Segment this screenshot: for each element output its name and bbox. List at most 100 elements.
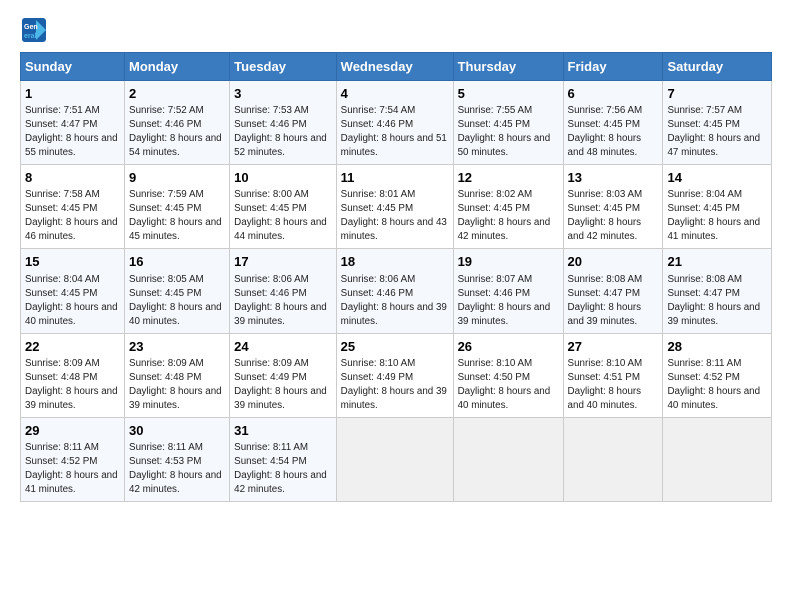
daylight: Daylight: 8 hours and 39 minutes.	[341, 386, 447, 411]
day-number: 21	[667, 253, 767, 271]
week-row-3: 15Sunrise: 8:04 AMSunset: 4:45 PMDayligh…	[21, 249, 772, 333]
daylight: Daylight: 8 hours and 48 minutes.	[568, 133, 642, 158]
sunrise: Sunrise: 8:09 AM	[129, 358, 204, 369]
sunrise: Sunrise: 8:06 AM	[341, 274, 416, 285]
daylight: Daylight: 8 hours and 40 minutes.	[129, 302, 222, 327]
day-cell	[453, 417, 563, 501]
sunrise: Sunrise: 7:52 AM	[129, 105, 204, 116]
daylight: Daylight: 8 hours and 40 minutes.	[25, 302, 118, 327]
sunrise: Sunrise: 8:08 AM	[568, 274, 643, 285]
week-row-2: 8Sunrise: 7:58 AMSunset: 4:45 PMDaylight…	[21, 165, 772, 249]
day-number: 9	[129, 169, 225, 187]
day-number: 29	[25, 422, 120, 440]
sunset: Sunset: 4:45 PM	[234, 203, 306, 214]
sunset: Sunset: 4:51 PM	[568, 372, 640, 383]
day-number: 2	[129, 85, 225, 103]
day-cell: 7Sunrise: 7:57 AMSunset: 4:45 PMDaylight…	[663, 81, 772, 165]
day-cell: 24Sunrise: 8:09 AMSunset: 4:49 PMDayligh…	[230, 333, 337, 417]
sunset: Sunset: 4:49 PM	[341, 372, 413, 383]
sunset: Sunset: 4:54 PM	[234, 456, 306, 467]
sunset: Sunset: 4:46 PM	[458, 288, 530, 299]
daylight: Daylight: 8 hours and 39 minutes.	[341, 302, 447, 327]
sunset: Sunset: 4:45 PM	[667, 119, 739, 130]
sunset: Sunset: 4:47 PM	[25, 119, 97, 130]
svg-text:eral: eral	[24, 33, 37, 40]
daylight: Daylight: 8 hours and 44 minutes.	[234, 217, 327, 242]
col-header-friday: Friday	[563, 53, 663, 81]
sunrise: Sunrise: 8:10 AM	[568, 358, 643, 369]
col-header-tuesday: Tuesday	[230, 53, 337, 81]
sunrise: Sunrise: 8:00 AM	[234, 189, 309, 200]
day-cell	[663, 417, 772, 501]
sunset: Sunset: 4:47 PM	[667, 288, 739, 299]
col-header-sunday: Sunday	[21, 53, 125, 81]
day-number: 22	[25, 338, 120, 356]
sunset: Sunset: 4:45 PM	[568, 119, 640, 130]
sunset: Sunset: 4:45 PM	[568, 203, 640, 214]
sunset: Sunset: 4:49 PM	[234, 372, 306, 383]
sunset: Sunset: 4:53 PM	[129, 456, 201, 467]
sunset: Sunset: 4:45 PM	[25, 288, 97, 299]
sunrise: Sunrise: 7:58 AM	[25, 189, 100, 200]
sunset: Sunset: 4:48 PM	[25, 372, 97, 383]
daylight: Daylight: 8 hours and 39 minutes.	[568, 302, 642, 327]
sunset: Sunset: 4:45 PM	[129, 203, 201, 214]
week-row-5: 29 Sunrise: 8:11 AM Sunset: 4:52 PM Dayligh…	[21, 417, 772, 501]
daylight: Daylight: 8 hours and 39 minutes.	[234, 302, 327, 327]
day-number: 30	[129, 422, 225, 440]
day-cell: 30 Sunrise: 8:11 AM Sunset: 4:53 PM Dayligh…	[125, 417, 230, 501]
day-number: 12	[458, 169, 559, 187]
day-cell: 13Sunrise: 8:03 AMSunset: 4:45 PMDayligh…	[563, 165, 663, 249]
sunrise: Sunrise: 8:11 AM	[129, 442, 203, 453]
day-number: 20	[568, 253, 659, 271]
sunrise: Sunrise: 8:10 AM	[458, 358, 533, 369]
day-cell: 18Sunrise: 8:06 AMSunset: 4:46 PMDayligh…	[336, 249, 453, 333]
col-header-thursday: Thursday	[453, 53, 563, 81]
sunset: Sunset: 4:52 PM	[25, 456, 97, 467]
sunset: Sunset: 4:45 PM	[667, 203, 739, 214]
daylight: Daylight: 8 hours and 42 minutes.	[129, 470, 222, 495]
day-number: 10	[234, 169, 332, 187]
sunrise: Sunrise: 7:53 AM	[234, 105, 309, 116]
day-cell: 2Sunrise: 7:52 AMSunset: 4:46 PMDaylight…	[125, 81, 230, 165]
daylight: Daylight: 8 hours and 41 minutes.	[25, 470, 118, 495]
day-number: 14	[667, 169, 767, 187]
daylight: Daylight: 8 hours and 42 minutes.	[458, 217, 551, 242]
daylight: Daylight: 8 hours and 45 minutes.	[129, 217, 222, 242]
day-number: 23	[129, 338, 225, 356]
day-number: 13	[568, 169, 659, 187]
sunrise: Sunrise: 8:01 AM	[341, 189, 416, 200]
day-cell: 1Sunrise: 7:51 AMSunset: 4:47 PMDaylight…	[21, 81, 125, 165]
day-number: 7	[667, 85, 767, 103]
day-cell: 5Sunrise: 7:55 AMSunset: 4:45 PMDaylight…	[453, 81, 563, 165]
day-cell: 27Sunrise: 8:10 AMSunset: 4:51 PMDayligh…	[563, 333, 663, 417]
sunset: Sunset: 4:50 PM	[458, 372, 530, 383]
sunrise: Sunrise: 8:04 AM	[25, 274, 100, 285]
daylight: Daylight: 8 hours and 40 minutes.	[458, 386, 551, 411]
day-cell	[563, 417, 663, 501]
sunrise: Sunrise: 8:04 AM	[667, 189, 742, 200]
daylight: Daylight: 8 hours and 39 minutes.	[667, 302, 760, 327]
daylight: Daylight: 8 hours and 55 minutes.	[25, 133, 118, 158]
day-number: 5	[458, 85, 559, 103]
header-row: Gen eral	[20, 16, 772, 44]
day-cell: 10 Sunrise: 8:00 AM Sunset: 4:45 PM Dayligh…	[230, 165, 337, 249]
day-number: 6	[568, 85, 659, 103]
day-cell: 19Sunrise: 8:07 AMSunset: 4:46 PMDayligh…	[453, 249, 563, 333]
logo: Gen eral	[20, 16, 52, 44]
day-number: 26	[458, 338, 559, 356]
day-cell: 8Sunrise: 7:58 AMSunset: 4:45 PMDaylight…	[21, 165, 125, 249]
daylight: Daylight: 8 hours and 50 minutes.	[458, 133, 551, 158]
day-number: 24	[234, 338, 332, 356]
day-cell: 11Sunrise: 8:01 AMSunset: 4:45 PMDayligh…	[336, 165, 453, 249]
day-cell: 31Sunrise: 8:11 AMSunset: 4:54 PMDayligh…	[230, 417, 337, 501]
sunset: Sunset: 4:46 PM	[234, 288, 306, 299]
sunset: Sunset: 4:47 PM	[568, 288, 640, 299]
daylight: Daylight: 8 hours and 41 minutes.	[667, 217, 760, 242]
daylight: Daylight: 8 hours and 52 minutes.	[234, 133, 327, 158]
col-header-wednesday: Wednesday	[336, 53, 453, 81]
day-cell: 6 Sunrise: 7:56 AM Sunset: 4:45 PM Daylight…	[563, 81, 663, 165]
day-cell: 21Sunrise: 8:08 AMSunset: 4:47 PMDayligh…	[663, 249, 772, 333]
sunrise: Sunrise: 7:56 AM	[568, 105, 643, 116]
week-row-4: 22 Sunrise: 8:09 AM Sunset: 4:48 PM Dayligh…	[21, 333, 772, 417]
